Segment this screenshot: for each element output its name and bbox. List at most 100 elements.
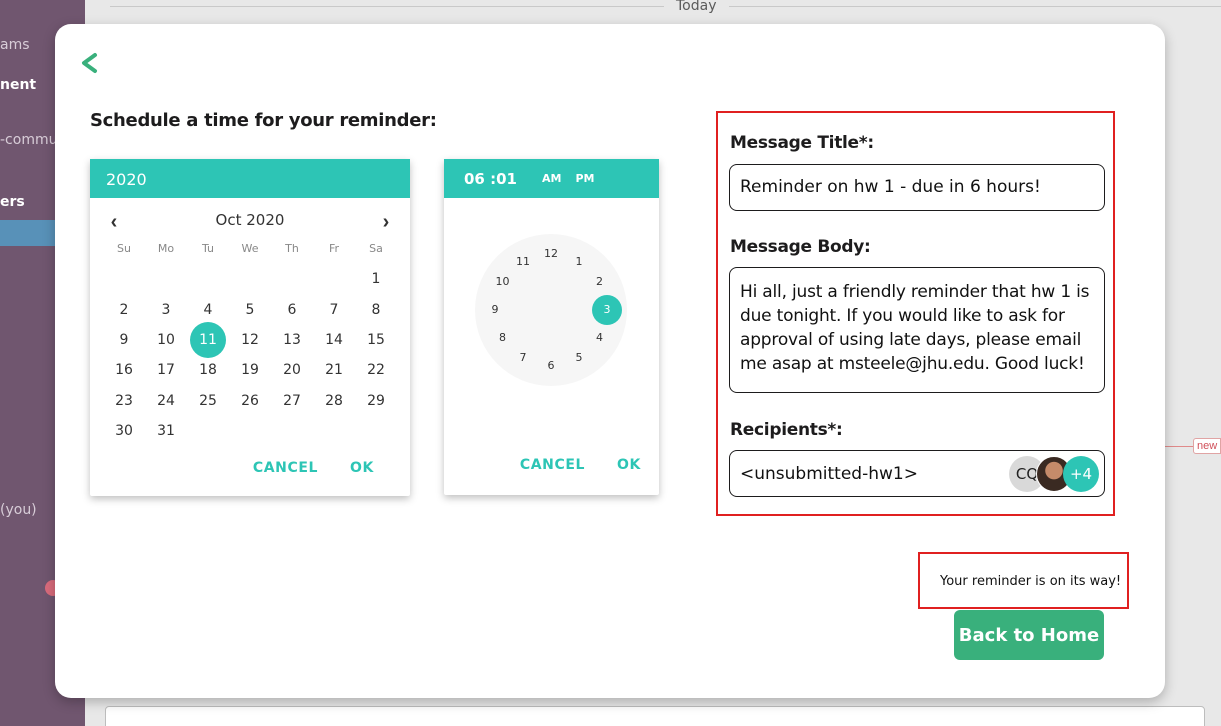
clock-hour[interactable]: 8	[491, 330, 515, 346]
calendar-grid: 1 2 3 4 5 6 7 8 9 10 11 12 13 14 15 16 17 18 19 20 21 22 23 24 2…	[90, 264, 410, 446]
clock-hour[interactable]: 6	[539, 358, 563, 374]
calendar-day-label: 14	[325, 331, 343, 348]
calendar-day-label: 9	[119, 331, 129, 348]
calendar-day-label: 29	[367, 392, 385, 409]
calendar-day[interactable]: 31	[145, 416, 187, 446]
title-field[interactable]: Reminder on hw 1 - due in 6 hours!	[729, 164, 1105, 211]
today-label: Today	[664, 0, 729, 14]
calendar-day-label: 10	[157, 331, 175, 348]
calendar-day[interactable]: 2	[103, 294, 145, 324]
calendar-day[interactable]: 17	[145, 355, 187, 385]
calendar-day[interactable]: 10	[145, 325, 187, 355]
calendar-day[interactable]: 7	[313, 294, 355, 324]
clock-hour[interactable]: 9	[483, 302, 507, 318]
clock-hour[interactable]: 11	[511, 254, 535, 270]
clock-hour[interactable]: 12	[539, 246, 563, 262]
clock-hour[interactable]: 5	[567, 350, 591, 366]
calendar-empty-cell	[313, 264, 355, 294]
back-to-home-button[interactable]: Back to Home	[954, 610, 1104, 660]
calendar-day[interactable]: 11	[187, 321, 229, 358]
sidebar-item[interactable]: ers	[0, 194, 25, 210]
calendar-day[interactable]: 1	[355, 264, 397, 294]
calendar-day[interactable]: 5	[229, 294, 271, 324]
calendar-day[interactable]: 12	[229, 325, 271, 355]
calendar-day[interactable]: 18	[187, 355, 229, 385]
pm-toggle[interactable]: PM	[575, 172, 594, 185]
body-label: Message Body:	[730, 237, 871, 257]
calendar-day-label: 19	[241, 362, 259, 379]
calendar-day-label: 2	[119, 301, 129, 318]
calendar-day-label: 30	[115, 423, 133, 440]
date-cancel-button[interactable]: CANCEL	[253, 460, 318, 476]
recipients-field[interactable]: <unsubmitted-hw1> CQ +4	[729, 450, 1105, 497]
calendar-week: 16 17 18 19 20 21 22	[103, 355, 397, 385]
sidebar-item[interactable]: (you)	[0, 502, 37, 518]
calendar-day-label: 3	[161, 301, 171, 318]
calendar-empty-cell	[271, 264, 313, 294]
weekday-label: Fr	[328, 242, 340, 255]
weekday-label: Th	[285, 242, 299, 255]
calendar-day-label: 5	[245, 301, 255, 318]
calendar-day[interactable]: 4	[187, 294, 229, 324]
am-toggle[interactable]: AM	[542, 172, 561, 185]
time-cancel-button[interactable]: CANCEL	[520, 457, 585, 473]
calendar-empty-cell	[355, 416, 397, 446]
clock-face[interactable]: 12 1 2 3 4 5 6 7 8 9 10 11	[475, 234, 627, 386]
year-header[interactable]: 2020	[90, 159, 410, 198]
time-display[interactable]: 06 :01	[464, 170, 517, 188]
calendar-day[interactable]: 26	[229, 386, 271, 416]
calendar-day[interactable]: 14	[313, 325, 355, 355]
time-header: 06 :01 AM PM	[444, 159, 659, 198]
calendar-day[interactable]: 30	[103, 416, 145, 446]
calendar-day[interactable]: 16	[103, 355, 145, 385]
weekday-label: Su	[117, 242, 131, 255]
calendar-empty-cell	[271, 416, 313, 446]
sidebar-item[interactable]: nent	[0, 77, 36, 93]
calendar-day[interactable]: 21	[313, 355, 355, 385]
clock-hour[interactable]: 2	[587, 274, 611, 290]
calendar-day[interactable]: 27	[271, 386, 313, 416]
calendar-day-label: 8	[371, 301, 381, 318]
message-composer[interactable]	[105, 706, 1205, 726]
calendar-week: 1	[103, 264, 397, 294]
calendar-day[interactable]: 25	[187, 386, 229, 416]
weekday-label: We	[241, 242, 259, 255]
calendar-day[interactable]: 15	[355, 325, 397, 355]
calendar-day[interactable]: 22	[355, 355, 397, 385]
calendar-day[interactable]: 9	[103, 325, 145, 355]
calendar-day[interactable]: 20	[271, 355, 313, 385]
success-toast: Your reminder is on its way!	[918, 552, 1129, 609]
calendar-day-label: 18	[199, 362, 217, 379]
calendar-day[interactable]: 28	[313, 386, 355, 416]
back-arrow-icon[interactable]	[79, 50, 101, 76]
date-ok-button[interactable]: OK	[350, 460, 374, 476]
more-recipients-badge[interactable]: +4	[1063, 456, 1099, 492]
calendar-day-label: 6	[287, 301, 297, 318]
sidebar-item[interactable]: ams	[0, 37, 30, 53]
calendar-day-label: 31	[157, 423, 175, 440]
calendar-empty-cell	[229, 416, 271, 446]
time-ok-button[interactable]: OK	[617, 457, 641, 473]
clock-hour[interactable]: 4	[587, 330, 611, 346]
calendar-day[interactable]: 3	[145, 294, 187, 324]
calendar-day[interactable]: 6	[271, 294, 313, 324]
calendar-day[interactable]: 19	[229, 355, 271, 385]
clock-hour[interactable]: 7	[511, 350, 535, 366]
calendar-day[interactable]: 13	[271, 325, 313, 355]
clock-hour[interactable]: 3	[595, 302, 619, 318]
calendar-day[interactable]: 24	[145, 386, 187, 416]
clock-hour[interactable]: 10	[491, 274, 515, 290]
calendar-day[interactable]: 23	[103, 386, 145, 416]
body-field[interactable]: Hi all, just a friendly reminder that hw…	[729, 267, 1105, 393]
sidebar-item[interactable]: -commu	[0, 132, 57, 148]
calendar-day-label: 13	[283, 331, 301, 348]
reminder-modal: Schedule a time for your reminder: 2020 …	[55, 24, 1165, 698]
calendar-day-label: 22	[367, 362, 385, 379]
clock-hour[interactable]: 1	[567, 254, 591, 270]
calendar-day[interactable]: 29	[355, 386, 397, 416]
calendar-day-label: 7	[329, 301, 339, 318]
weekday-label: Sa	[369, 242, 383, 255]
calendar-day-label: 17	[157, 362, 175, 379]
chevron-right-icon[interactable]: ›	[376, 212, 396, 232]
calendar-day[interactable]: 8	[355, 294, 397, 324]
